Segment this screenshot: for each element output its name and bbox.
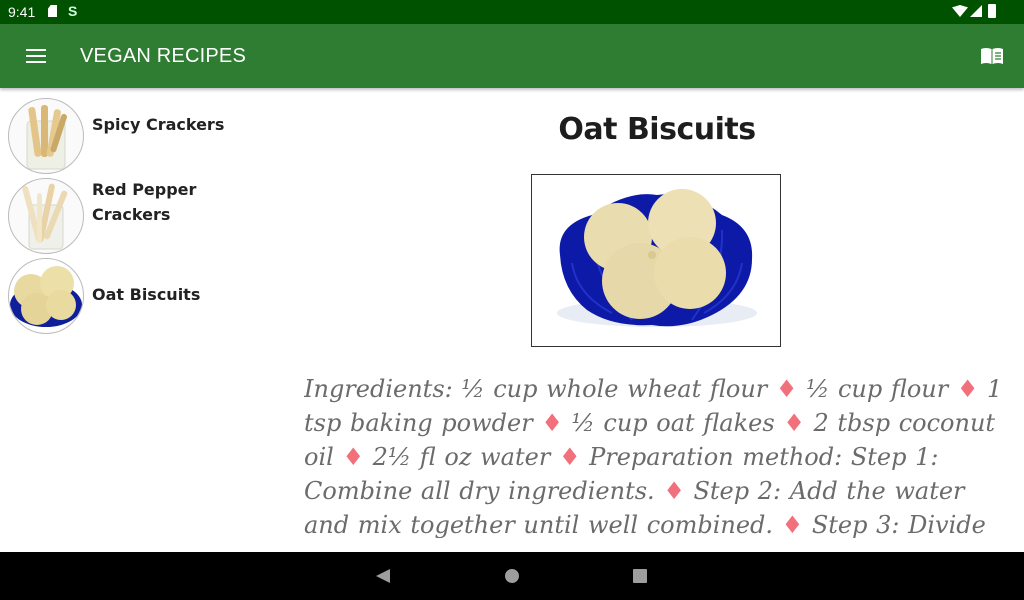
recipe-item-oat-biscuits[interactable]: Oat Biscuits	[0, 252, 270, 334]
recipe-item-label: Red Pepper Crackers	[92, 180, 197, 224]
back-icon[interactable]	[376, 569, 390, 583]
recipe-segment: 2½ fl oz water	[372, 443, 551, 471]
diamond-separator-icon: ♦	[558, 443, 581, 471]
recipe-segment: Ingredients: ½ cup whole wheat flour	[304, 375, 768, 403]
recipe-thumbnail	[8, 178, 84, 254]
diamond-separator-icon: ♦	[541, 409, 563, 437]
recipe-item-red-pepper-crackers[interactable]: Red Pepper Crackers	[0, 172, 270, 254]
recipe-thumbnail	[8, 258, 84, 334]
menu-icon[interactable]	[26, 49, 46, 63]
recipe-segment: ½ cup flour	[806, 375, 949, 403]
recipe-item-spicy-crackers[interactable]: Spicy Crackers	[0, 92, 270, 174]
app-title: VEGAN RECIPES	[80, 45, 246, 67]
signal-icon	[970, 5, 982, 17]
wifi-icon	[952, 5, 968, 17]
recipe-description: Ingredients: ½ cup whole wheat flour ♦ ½…	[304, 372, 1004, 538]
status-time: 9:41	[8, 4, 36, 20]
status-bar: 9:41 S	[0, 0, 1024, 24]
recipe-thumbnail	[8, 98, 84, 174]
s-icon: S	[68, 3, 78, 19]
home-icon[interactable]	[505, 569, 519, 583]
sd-card-icon	[48, 5, 57, 17]
book-icon[interactable]	[980, 47, 1004, 65]
app-bar: VEGAN RECIPES	[0, 24, 1024, 88]
battery-icon	[988, 4, 996, 18]
recents-icon[interactable]	[633, 569, 647, 583]
diamond-separator-icon: ♦	[775, 375, 798, 403]
recipe-photo	[531, 174, 781, 347]
diamond-separator-icon: ♦	[781, 511, 804, 538]
recipe-item-label: Oat Biscuits	[92, 285, 201, 304]
recipe-item-label: Spicy Crackers	[92, 115, 225, 134]
diamond-separator-icon: ♦	[342, 443, 364, 471]
navigation-bar	[0, 552, 1024, 600]
diamond-separator-icon: ♦	[956, 375, 979, 403]
recipe-segment: ½ cup oat flakes	[571, 409, 775, 437]
diamond-separator-icon: ♦	[783, 409, 805, 437]
recipe-title: Oat Biscuits	[558, 112, 756, 147]
diamond-separator-icon: ♦	[663, 477, 685, 505]
recipe-list: Spicy Crackers Red Pepper Crackers Oat B…	[0, 88, 270, 550]
